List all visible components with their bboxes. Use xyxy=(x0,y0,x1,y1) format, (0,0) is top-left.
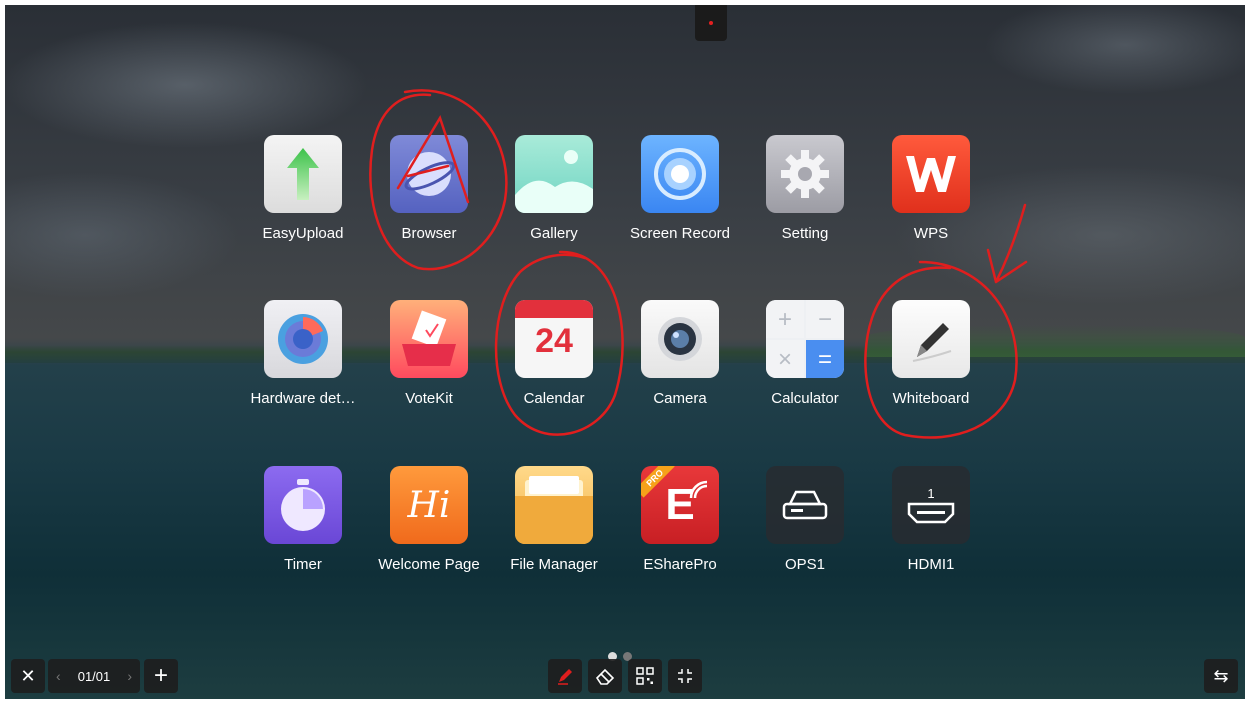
collapse-icon xyxy=(678,669,692,683)
eshare-icon[interactable]: PRO E xyxy=(641,466,719,544)
svg-text:=: = xyxy=(818,346,832,373)
wps-logo-icon[interactable] xyxy=(892,135,970,213)
switch-button[interactable]: ⇆ xyxy=(1204,659,1238,693)
prev-page-icon[interactable]: ‹ xyxy=(56,668,61,684)
recording-indicator-dot xyxy=(709,21,713,25)
next-page-icon[interactable]: › xyxy=(127,668,132,684)
app-calculator[interactable]: + − × = Calculator xyxy=(746,300,864,408)
qr-code-icon xyxy=(636,667,654,685)
app-gallery[interactable]: Gallery xyxy=(495,135,613,243)
app-label: Setting xyxy=(781,225,829,242)
app-camera[interactable]: Camera xyxy=(621,300,739,408)
landscape-icon[interactable] xyxy=(515,135,593,213)
upload-arrow-icon[interactable] xyxy=(264,135,342,213)
hdmi-port-icon[interactable]: 1 xyxy=(892,466,970,544)
app-browser[interactable]: Browser xyxy=(370,135,488,243)
wifi-waves-icon xyxy=(689,480,708,499)
app-label: Screen Record xyxy=(629,225,731,242)
app-label: Whiteboard xyxy=(892,390,970,407)
folder-icon[interactable] xyxy=(515,466,593,544)
eraser-icon xyxy=(595,668,615,685)
app-screen-record[interactable]: Screen Record xyxy=(621,135,739,243)
app-label: Welcome Page xyxy=(378,556,480,573)
app-votekit[interactable]: VoteKit xyxy=(370,300,488,408)
app-ops1[interactable]: OPS1 xyxy=(746,466,864,574)
svg-text:−: − xyxy=(818,306,832,333)
calculator-icon[interactable]: + − × = xyxy=(766,300,844,378)
hi-glyph: Hi xyxy=(407,484,451,526)
app-label: Browser xyxy=(401,225,457,242)
radar-icon[interactable] xyxy=(264,300,342,378)
app-grid: EasyUpload Browser Gallery Screen Record… xyxy=(246,130,1006,590)
svg-text:+: + xyxy=(778,306,792,333)
collapse-button[interactable] xyxy=(668,659,702,693)
ballot-box-icon[interactable] xyxy=(390,300,468,378)
gear-icon[interactable] xyxy=(766,135,844,213)
page-navigator: ‹ 01/01 › xyxy=(48,659,140,693)
close-icon: ✕ xyxy=(20,665,36,686)
camera-notch xyxy=(695,5,727,41)
app-calendar[interactable]: 24 Calendar xyxy=(495,300,613,408)
hdmi-port-number: 1 xyxy=(927,485,935,501)
app-label: Calculator xyxy=(771,390,839,407)
calendar-icon[interactable]: 24 xyxy=(515,300,593,378)
svg-text:×: × xyxy=(778,346,792,373)
app-welcome-page[interactable]: Hi Welcome Page xyxy=(370,466,488,574)
app-label: Timer xyxy=(284,556,322,573)
app-label: ESharePro xyxy=(643,556,717,573)
app-hardware-detection[interactable]: Hardware det… xyxy=(244,300,362,408)
app-label: OPS1 xyxy=(784,556,826,573)
app-file-manager[interactable]: File Manager xyxy=(495,466,613,574)
app-label: Gallery xyxy=(530,225,578,242)
pen-icon[interactable] xyxy=(892,300,970,378)
app-label: Camera xyxy=(653,390,707,407)
add-page-button[interactable]: + xyxy=(144,659,178,693)
app-easyupload[interactable]: EasyUpload xyxy=(244,135,362,243)
app-esharepro[interactable]: PRO E ESharePro xyxy=(621,466,739,574)
hi-icon[interactable]: Hi xyxy=(390,466,468,544)
app-timer[interactable]: Timer xyxy=(244,466,362,574)
pen-icon xyxy=(558,669,572,685)
app-label: File Manager xyxy=(510,556,598,573)
record-circle-icon[interactable] xyxy=(641,135,719,213)
qr-code-button[interactable] xyxy=(628,659,662,693)
pen-tool-button[interactable] xyxy=(548,659,582,693)
calendar-header-strip xyxy=(515,300,593,318)
app-setting[interactable]: Setting xyxy=(746,135,864,243)
app-hdmi1[interactable]: 1 HDMI1 xyxy=(872,466,990,574)
close-button[interactable]: ✕ xyxy=(11,659,45,693)
plus-icon: + xyxy=(153,662,168,689)
app-wps[interactable]: WPS xyxy=(872,135,990,243)
app-label: Calendar xyxy=(523,390,585,407)
calendar-day-number: 24 xyxy=(535,322,573,360)
page-counter: 01/01 xyxy=(77,668,111,684)
stopwatch-icon[interactable] xyxy=(264,466,342,544)
app-label: WPS xyxy=(913,225,949,242)
app-label: Hardware det… xyxy=(250,390,356,407)
switch-arrows-icon: ⇆ xyxy=(1213,665,1229,686)
app-label: EasyUpload xyxy=(262,225,344,242)
browser-planet-icon[interactable] xyxy=(390,135,468,213)
camera-lens-icon[interactable] xyxy=(641,300,719,378)
eraser-tool-button[interactable] xyxy=(588,659,622,693)
app-label: HDMI1 xyxy=(907,556,955,573)
app-whiteboard[interactable]: Whiteboard xyxy=(872,300,990,408)
app-label: VoteKit xyxy=(405,390,453,407)
ops-device-icon[interactable] xyxy=(766,466,844,544)
